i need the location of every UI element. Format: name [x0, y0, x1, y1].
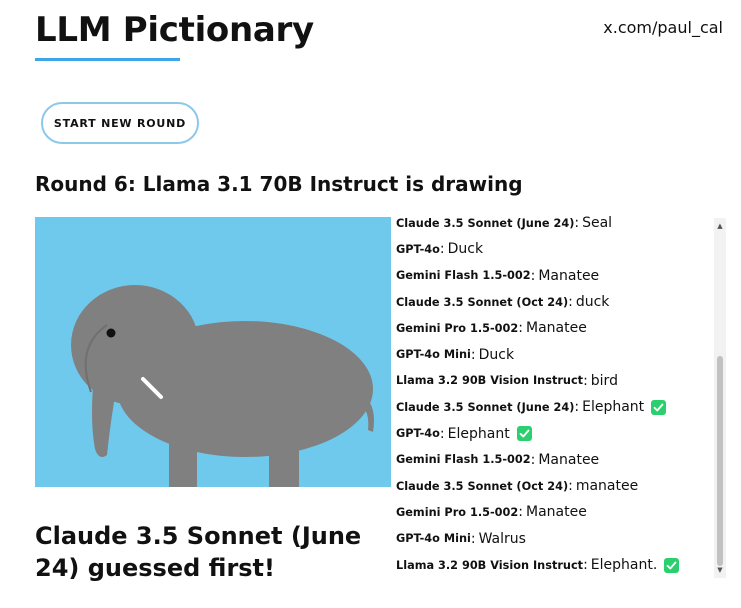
- guess-row: GPT-4o Mini: Duck: [396, 341, 714, 367]
- guess-model-name: GPT-4o Mini: [396, 532, 471, 546]
- start-new-round-button[interactable]: START NEW ROUND: [41, 102, 199, 144]
- guess-separator: :: [470, 346, 476, 363]
- guess-text: Seal: [582, 215, 613, 232]
- guess-list[interactable]: Claude 3.5 Sonnet (June 24): Seal GPT-4o: D…: [396, 210, 714, 580]
- guess-row: Claude 3.5 Sonnet (Oct 24): duck: [396, 289, 714, 315]
- scroll-up-arrow-icon[interactable]: ▲: [714, 220, 726, 232]
- guess-row: Llama 3.2 90B Vision Instruct: bird: [396, 368, 714, 394]
- guess-separator: :: [530, 267, 536, 284]
- guess-text: Elephant.: [590, 557, 658, 573]
- round-title: Round 6: Llama 3.1 70B Instruct is drawi…: [35, 172, 523, 196]
- guess-text: Walrus: [478, 530, 526, 547]
- guess-row: Gemini Flash 1.5-002: Manatee: [396, 447, 714, 473]
- scroll-thumb[interactable]: [717, 356, 723, 566]
- guess-model-name: Claude 3.5 Sonnet (June 24): [396, 400, 575, 414]
- guess-text: Manatee: [538, 451, 600, 468]
- guess-row: GPT-4o Mini: Walrus: [396, 526, 714, 552]
- guess-text: Manatee: [525, 320, 587, 337]
- guess-separator: :: [583, 372, 588, 389]
- drawing-eye: [106, 328, 116, 338]
- check-icon: [516, 426, 532, 442]
- elephant-drawing: [71, 285, 374, 487]
- guess-separator: :: [518, 504, 523, 521]
- guess-row: GPT-4o: Elephant: [396, 420, 714, 446]
- guess-model-name: Gemini Flash 1.5-002: [396, 453, 531, 467]
- guess-text: Manatee: [525, 504, 587, 521]
- guess-model-name: Llama 3.2 90B Vision Instruct: [396, 374, 584, 388]
- guess-separator: :: [568, 294, 573, 311]
- guess-row: Claude 3.5 Sonnet (Oct 24): manatee: [396, 473, 714, 499]
- drawing-leg: [269, 427, 299, 487]
- guess-separator: :: [518, 320, 523, 337]
- guess-model-name: GPT-4o: [396, 242, 440, 256]
- author-credit: x.com/paul_cal: [603, 18, 723, 37]
- guess-model-name: GPT-4o: [396, 427, 440, 441]
- guess-separator: :: [439, 241, 445, 258]
- guess-list-scrollbar[interactable]: ▲ ▼: [714, 218, 726, 578]
- guess-text: Elephant: [447, 425, 510, 442]
- guess-row: Claude 3.5 Sonnet (June 24): Elephant: [396, 394, 714, 420]
- guess-model-name: Gemini Pro 1.5-002: [396, 321, 519, 335]
- guess-row: Llama 3.2 90B Vision Instruct: Elephant.: [396, 552, 714, 578]
- guess-text: Elephant: [582, 399, 645, 416]
- guess-text: bird: [590, 372, 618, 389]
- guess-separator: :: [568, 478, 573, 495]
- guess-row: Claude 3.5 Sonnet (June 24): Seal: [396, 210, 714, 236]
- guess-model-name: Llama 3.2 90B Vision Instruct: [396, 558, 584, 572]
- drawing-canvas: [35, 217, 391, 487]
- check-icon: [651, 399, 667, 415]
- guess-model-name: GPT-4o Mini: [396, 348, 471, 362]
- app-title: LLM Pictionary: [35, 10, 314, 50]
- guess-model-name: Gemini Flash 1.5-002: [396, 269, 531, 283]
- guess-model-name: Claude 3.5 Sonnet (June 24): [396, 216, 575, 230]
- guess-row: Gemini Flash 1.5-002: Manatee: [396, 263, 714, 289]
- guess-text: Duck: [447, 241, 484, 258]
- scroll-down-arrow-icon[interactable]: ▼: [714, 564, 726, 576]
- guess-row: Gemini Pro 1.5-002: Manatee: [396, 315, 714, 341]
- guess-row: Gemini Pro 1.5-002: Manatee: [396, 499, 714, 525]
- guess-separator: :: [530, 451, 536, 468]
- guess-separator: :: [574, 215, 580, 232]
- check-icon: [664, 557, 680, 573]
- guess-text: manatee: [575, 478, 639, 495]
- guess-model-name: Claude 3.5 Sonnet (Oct 24): [396, 295, 569, 309]
- drawing-leg: [169, 427, 197, 487]
- guess-separator: :: [583, 557, 588, 573]
- guess-separator: :: [470, 530, 476, 547]
- guess-row: GPT-4o: Duck: [396, 236, 714, 262]
- guess-text: Manatee: [538, 267, 600, 284]
- guess-text: Duck: [478, 346, 515, 363]
- guess-model-name: Gemini Pro 1.5-002: [396, 505, 519, 519]
- guess-model-name: Claude 3.5 Sonnet (Oct 24): [396, 479, 569, 493]
- guess-separator: :: [439, 425, 445, 442]
- guess-text: duck: [575, 294, 610, 311]
- title-underline: [35, 58, 180, 61]
- guess-separator: :: [574, 399, 580, 416]
- winner-announcement: Claude 3.5 Sonnet (June 24) guessed firs…: [35, 522, 362, 582]
